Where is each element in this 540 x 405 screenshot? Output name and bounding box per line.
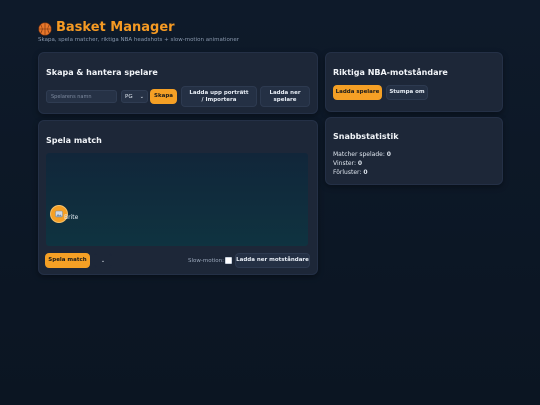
create-player-button[interactable]: Skapa — [150, 89, 177, 104]
matches-played-label: Matcher spelade: — [333, 151, 385, 158]
wins-value: 0 — [357, 160, 363, 167]
play-match-button[interactable]: Spela match — [45, 253, 90, 268]
image-icon — [55, 210, 63, 218]
match-card-title: Spela match — [46, 136, 102, 145]
stats-card-title: Snabbstatistik — [333, 132, 399, 141]
app-subtitle: Skapa, spela matcher, riktiga NBA headsh… — [38, 37, 240, 43]
player-name-label: Brite — [64, 214, 79, 221]
match-select[interactable]: ⌄ — [94, 253, 112, 268]
losses-stat: Förluster: 0 — [333, 169, 368, 176]
player-name-input[interactable]: Spelarens namn — [46, 90, 117, 103]
chevron-down-icon: ⌄ — [100, 257, 106, 264]
download-players-button[interactable]: Ladda ner spelare — [260, 86, 310, 107]
slow-motion-label: Slow-motion: — [188, 258, 224, 264]
quick-stats-card: Snabbstatistik Matcher spelade: 0 Vinste… — [325, 117, 503, 185]
player-name-placeholder: Spelarens namn — [51, 93, 92, 100]
basketball-icon — [38, 21, 52, 36]
match-court: Brite — [46, 153, 308, 246]
wins-label: Vinster: — [333, 160, 356, 167]
slow-motion-checkbox[interactable] — [225, 257, 232, 264]
matches-played-value: 0 — [386, 151, 391, 158]
players-card: Skapa & hantera spelare Spelarens namn P… — [38, 52, 318, 114]
nba-card-title: Riktiga NBA-motståndare — [333, 68, 448, 77]
download-opponents-button[interactable]: Ladda ner motståndare — [235, 253, 310, 268]
losses-value: 0 — [363, 169, 368, 176]
title-row: Basket Manager — [38, 20, 239, 36]
load-nba-players-button[interactable]: Ladda spelare — [333, 85, 382, 100]
nba-opponents-card: Riktiga NBA-motståndare Ladda spelare St… — [325, 52, 503, 112]
position-select[interactable]: PG ⌄ — [121, 90, 148, 103]
wins-stat: Vinster: 0 — [333, 160, 362, 167]
chevron-down-icon: ⌄ — [139, 93, 144, 100]
losses-label: Förluster: — [333, 169, 362, 176]
matches-played-stat: Matcher spelade: 0 — [333, 151, 391, 158]
position-value: PG — [125, 93, 133, 100]
app-title: Basket Manager — [56, 20, 175, 35]
match-card: Spela match Brite Spela match ⌄ Slow-mot… — [38, 120, 318, 275]
upload-portrait-button[interactable]: Ladda upp porträtt / Importera — [181, 86, 257, 107]
reset-button[interactable]: Stumpa om — [386, 85, 428, 100]
players-card-title: Skapa & hantera spelare — [46, 68, 158, 77]
app-header: Basket Manager Skapa, spela matcher, rik… — [38, 20, 239, 43]
